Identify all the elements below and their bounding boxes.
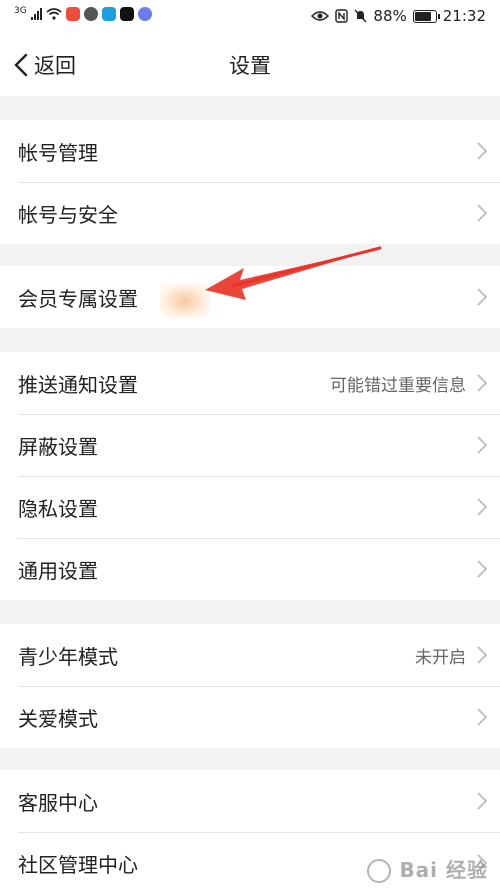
settings-group-membership: 会员专属设置 [0, 266, 500, 328]
blurred-badge [160, 284, 210, 318]
settings-group-modes: 青少年模式 未开启 关爱模式 [0, 624, 500, 748]
chevron-right-icon [476, 203, 488, 223]
status-bar: 3G 88% 21:32 [0, 0, 500, 34]
settings-item-label: 关爱模式 [18, 703, 98, 732]
settings-item-label: 帐号与安全 [18, 199, 118, 228]
page-title: 设置 [0, 50, 500, 80]
settings-item-customer-service[interactable]: 客服中心 [0, 770, 500, 832]
settings-item-label: 青少年模式 [18, 641, 118, 670]
watermark-text: Bai 经验 [399, 858, 488, 882]
eye-icon [311, 10, 329, 22]
settings-item-label: 客服中心 [18, 787, 98, 816]
settings-item-care-mode[interactable]: 关爱模式 [0, 686, 500, 748]
chevron-right-icon [476, 707, 488, 727]
settings-item-push-notifications[interactable]: 推送通知设置 可能错过重要信息 [0, 352, 500, 414]
settings-item-privacy[interactable]: 隐私设置 [0, 476, 500, 538]
app-notification-icon [84, 7, 98, 21]
chevron-right-icon [476, 373, 488, 393]
settings-item-label: 屏蔽设置 [18, 431, 98, 460]
chevron-right-icon [476, 791, 488, 811]
paw-icon [367, 859, 391, 883]
clock: 21:32 [443, 7, 486, 25]
nav-bar: 返回 设置 [0, 34, 500, 96]
network-type: 3G [14, 7, 27, 16]
status-bar-right: 88% 21:32 [311, 7, 486, 25]
settings-item-account-management[interactable]: 帐号管理 [0, 120, 500, 182]
settings-item-teen-mode[interactable]: 青少年模式 未开启 [0, 624, 500, 686]
signal-icon [31, 8, 42, 20]
nfc-icon [335, 9, 348, 23]
app-notification-icon [102, 7, 116, 21]
settings-item-member-settings[interactable]: 会员专属设置 [0, 266, 500, 328]
music-icon [138, 7, 152, 21]
app-notification-icon [66, 7, 80, 21]
settings-item-label: 会员专属设置 [18, 283, 138, 312]
wifi-icon [46, 8, 62, 20]
watermark: Bai 经验 [367, 854, 488, 884]
settings-group-general: 推送通知设置 可能错过重要信息 屏蔽设置 隐私设置 通用设置 [0, 352, 500, 600]
chevron-right-icon [476, 559, 488, 579]
battery-icon [413, 10, 437, 23]
settings-item-label: 通用设置 [18, 555, 98, 584]
chevron-right-icon [476, 645, 488, 665]
settings-item-label: 帐号管理 [18, 137, 98, 166]
chevron-right-icon [476, 287, 488, 307]
chevron-right-icon [476, 435, 488, 455]
settings-item-value: 未开启 [415, 643, 466, 668]
settings-item-account-security[interactable]: 帐号与安全 [0, 182, 500, 244]
settings-item-label: 隐私设置 [18, 493, 98, 522]
settings-item-value: 可能错过重要信息 [330, 371, 466, 396]
settings-group-account: 帐号管理 帐号与安全 [0, 120, 500, 244]
settings-item-block[interactable]: 屏蔽设置 [0, 414, 500, 476]
settings-item-label: 推送通知设置 [18, 369, 138, 398]
battery-percent: 88% [373, 7, 406, 25]
settings-item-general[interactable]: 通用设置 [0, 538, 500, 600]
app-notification-icon [120, 7, 134, 21]
chevron-right-icon [476, 497, 488, 517]
chevron-right-icon [476, 141, 488, 161]
mute-icon [354, 9, 367, 23]
status-bar-left: 3G [14, 7, 152, 21]
settings-item-label: 社区管理中心 [18, 849, 138, 878]
